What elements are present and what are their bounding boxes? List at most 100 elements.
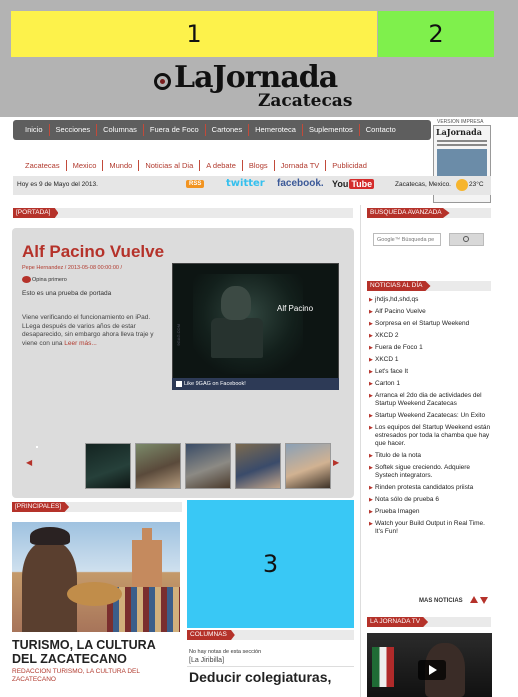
list-item[interactable]: ▶ Softek sigue creciendo. Adquiere Systec… xyxy=(367,464,492,480)
nav-publicidad[interactable]: Publicidad xyxy=(326,160,373,171)
carousel-thumb[interactable] xyxy=(135,443,181,489)
comment-link[interactable]: Opina primero xyxy=(32,277,67,283)
bullet-arrow-icon: ▶ xyxy=(369,321,373,327)
image-throne xyxy=(211,318,263,358)
news-item-title: Softek sigue creciendo. Adquiere Systech… xyxy=(375,464,471,479)
ad-slot-3[interactable]: 3 xyxy=(187,500,354,628)
news-item-title: Watch your Build Output in Real Time. It… xyxy=(375,520,485,535)
news-list: ▶ jhdjs,hd,shd,qs ▶ Alf Pacino Vuelve ▶ Sor… xyxy=(367,296,492,540)
youtube-left: You xyxy=(332,179,349,189)
nav-fuera-de-foco[interactable]: Fuera de Foco xyxy=(144,124,206,136)
principales-image[interactable] xyxy=(12,522,180,632)
noticias-section-label: NOTICIAS AL DÍA xyxy=(367,281,491,291)
image-caption: Alf Pacino xyxy=(277,304,314,313)
news-item-title: XKCD 2 xyxy=(375,332,399,339)
scroll-up-icon[interactable] xyxy=(470,596,478,603)
news-item-title: Startup Weekend Zacatecas: Un Exito xyxy=(375,412,486,419)
bullet-arrow-icon: ▶ xyxy=(369,381,373,387)
carousel-thumb[interactable] xyxy=(85,443,131,489)
facebook-link[interactable]: facebook. xyxy=(277,178,324,189)
nav-jornada-tv[interactable]: Jornada TV xyxy=(275,159,327,171)
bullet-arrow-icon: ▶ xyxy=(369,297,373,303)
busqueda-section-label: BUSQUEDA AVANZADA xyxy=(367,208,491,218)
principales-subtitle: REDACCION TURISMO, LA CULTURA DEL ZACATE… xyxy=(12,668,140,683)
nav-mundo[interactable]: Mundo xyxy=(103,159,140,171)
list-item[interactable]: ▶ Prueba Imagen xyxy=(367,508,492,516)
ad-slot-1[interactable]: 1 xyxy=(11,11,377,57)
nav-suplementos[interactable]: Suplementos xyxy=(303,124,360,136)
ad-slot-2[interactable]: 2 xyxy=(378,11,494,57)
principales-headline[interactable]: TURISMO, LA CULTURA DEL ZACATECANO xyxy=(12,638,182,666)
columna-headline[interactable]: Deducir colegiaturas, xyxy=(189,669,354,685)
featured-byline: Pepe Hernandez / 2013-05-08 00:00:00 / xyxy=(22,265,122,271)
list-item[interactable]: ▶ Watch your Build Output in Real Time. I… xyxy=(367,520,492,536)
carousel-prev-icon[interactable]: ◀ xyxy=(26,458,32,467)
youtube-link[interactable]: You Tube xyxy=(332,179,375,189)
nav-cartones[interactable]: Cartones xyxy=(206,124,250,136)
carousel-dot[interactable] xyxy=(36,446,38,448)
list-item[interactable]: ▶ Nota sólo de prueba 6 xyxy=(367,496,492,504)
scroll-down-icon[interactable] xyxy=(480,597,488,604)
play-icon[interactable] xyxy=(418,660,446,680)
principales-section-label: [PRINCIPALES] xyxy=(12,502,182,512)
news-item-title: Carton 1 xyxy=(375,380,400,387)
read-more-link[interactable]: Leer más... xyxy=(64,340,97,347)
carousel-thumb[interactable] xyxy=(285,443,331,489)
more-news-link[interactable]: MAS NOTICIAS xyxy=(419,598,463,604)
nav-noticias-al-dia[interactable]: Noticias al Dia xyxy=(139,159,201,171)
nav-hemeroteca[interactable]: Hemeroteca xyxy=(249,124,303,136)
nav-secciones[interactable]: Secciones xyxy=(50,124,98,136)
nav-a-debate[interactable]: A debate xyxy=(200,159,243,171)
list-item[interactable]: ▶ Sorpresa en el Startup Weekend xyxy=(367,320,492,328)
featured-body: Viene verificando el funcionamiento en i… xyxy=(22,314,165,348)
carousel-thumb[interactable] xyxy=(185,443,231,489)
news-item-title: Sorpresa en el Startup Weekend xyxy=(375,320,470,327)
facebook-like-bar[interactable]: Like 9GAG on Facebook! xyxy=(172,378,339,390)
list-item[interactable]: ▶ Let's face It xyxy=(367,368,492,376)
nav-blogs[interactable]: Blogs xyxy=(243,159,275,171)
carousel-thumb[interactable] xyxy=(235,443,281,489)
nav-columnas[interactable]: Columnas xyxy=(97,124,144,136)
list-item[interactable]: ▶ Arranca el 2do dia de actividades del S… xyxy=(367,392,492,408)
image-guitar xyxy=(67,582,122,606)
nav-zacatecas[interactable]: Zacatecas xyxy=(19,159,67,171)
site-logo[interactable]: LaJornada Zacatecas xyxy=(150,60,360,113)
bullet-arrow-icon: ▶ xyxy=(369,333,373,339)
twitter-link[interactable]: twitter xyxy=(226,178,265,189)
list-item[interactable]: ▶ Fuera de Foco 1 xyxy=(367,344,492,352)
nav-contacto[interactable]: Contacto xyxy=(360,124,402,136)
print-thumb-line xyxy=(437,144,487,146)
bullet-arrow-icon: ▶ xyxy=(369,521,373,527)
columnas-tag: COLUMNAS xyxy=(187,630,235,640)
divider xyxy=(187,666,354,667)
list-item[interactable]: ▶ XKCD 1 xyxy=(367,356,492,364)
list-item[interactable]: ▶ jhdjs,hd,shd,qs xyxy=(367,296,492,304)
search-button[interactable] xyxy=(449,233,484,246)
bullet-arrow-icon: ▶ xyxy=(369,345,373,351)
list-item[interactable]: ▶ Startup Weekend Zacatecas: Un Exito xyxy=(367,412,492,420)
nav-inicio[interactable]: Inicio xyxy=(19,124,50,136)
carousel-next-icon[interactable]: ▶ xyxy=(333,458,339,467)
principales-tag: [PRINCIPALES] xyxy=(12,502,70,512)
list-item[interactable]: ▶ Titulo de la nota xyxy=(367,452,492,460)
news-item-title: Titulo de la nota xyxy=(375,452,422,459)
list-item[interactable]: ▶ Los equipos del Startup Weekend están e… xyxy=(367,424,492,448)
rss-link[interactable]: RSS xyxy=(186,180,205,188)
columna-section-name[interactable]: [La Jiribilla] xyxy=(189,657,224,664)
list-item[interactable]: ▶ Carton 1 xyxy=(367,380,492,388)
search-input[interactable] xyxy=(373,233,441,246)
featured-summary: Esto es una prueba de portada xyxy=(22,290,112,297)
portada-tag: [PORTADA] xyxy=(13,208,59,218)
ad-slot-3-label: 3 xyxy=(262,550,279,578)
portada-section-label: [PORTADA] xyxy=(13,208,353,218)
bullet-arrow-icon: ▶ xyxy=(369,413,373,419)
list-item[interactable]: ▶ XKCD 2 xyxy=(367,332,492,340)
featured-headline[interactable]: Alf Pacino Vuelve xyxy=(22,242,164,262)
bullet-arrow-icon: ▶ xyxy=(369,393,373,399)
featured-image[interactable]: Alf Pacino 9GAG.COM xyxy=(172,263,339,390)
bullet-arrow-icon: ▶ xyxy=(369,465,373,471)
nav-mexico[interactable]: Mexico xyxy=(67,159,104,171)
date-bar: Hoy es 9 de Mayo del 2013. RSS twitter f… xyxy=(13,176,491,195)
list-item[interactable]: ▶ Rinden protesta candidatos priista xyxy=(367,484,492,492)
list-item[interactable]: ▶ Alf Pacino Vuelve xyxy=(367,308,492,316)
